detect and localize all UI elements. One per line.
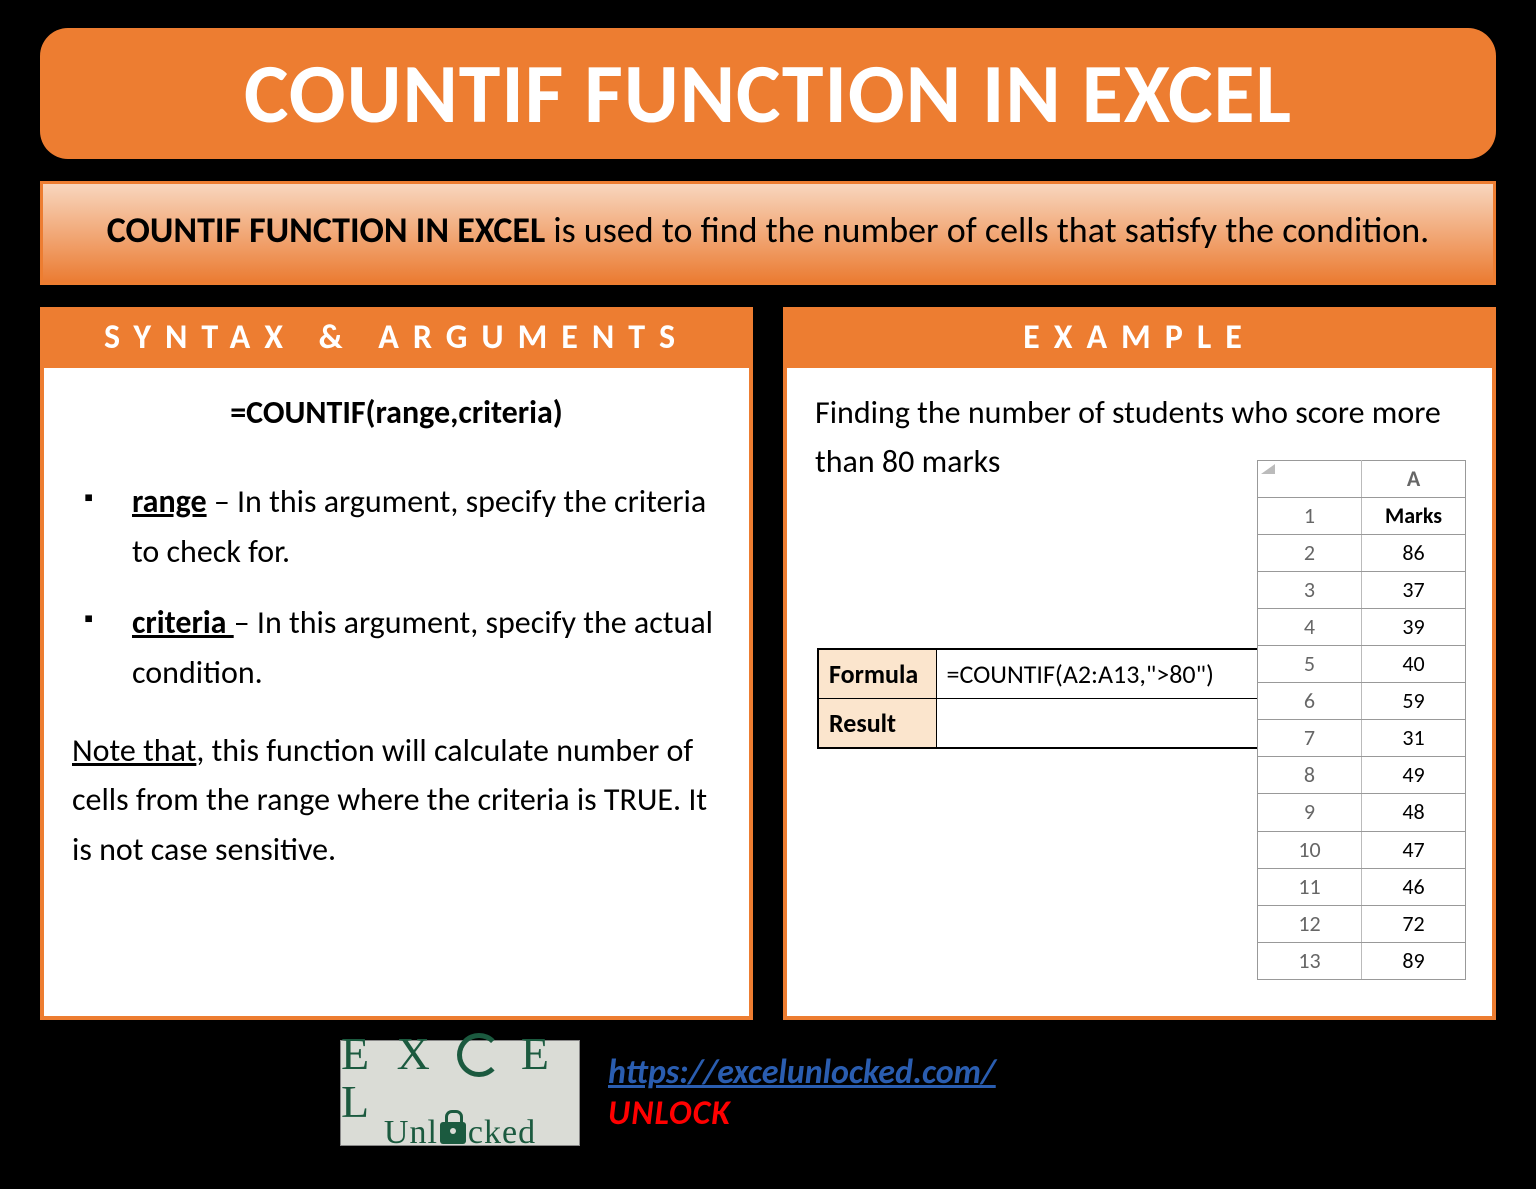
logo-bottom-text: Unlcked xyxy=(384,1114,536,1152)
table-row: 1047 xyxy=(1258,831,1466,868)
logo-text: Unl xyxy=(384,1114,438,1151)
footer: E X E L Unlcked https://excelunlocked.co… xyxy=(40,1040,1496,1146)
logo-c-icon xyxy=(457,1033,501,1077)
argument-name: range xyxy=(132,482,207,521)
marks-cell: 72 xyxy=(1362,905,1466,942)
marks-cell: 89 xyxy=(1362,942,1466,979)
marks-cell: 39 xyxy=(1362,608,1466,645)
table-row: 337 xyxy=(1258,571,1466,608)
description-box: COUNTIF FUNCTION IN EXCEL is used to fin… xyxy=(40,181,1496,285)
syntax-column: SYNTAX & ARGUMENTS =COUNTIF(range,criter… xyxy=(40,307,753,1020)
excel-unlocked-logo: E X E L Unlcked xyxy=(340,1040,580,1146)
table-row: Formula =COUNTIF(A2:A13,">80") xyxy=(818,649,1316,699)
table-row: 849 xyxy=(1258,757,1466,794)
row-number: 6 xyxy=(1258,683,1362,720)
column-letter: A xyxy=(1362,460,1466,497)
row-number: 4 xyxy=(1258,608,1362,645)
syntax-heading: SYNTAX & ARGUMENTS xyxy=(40,307,753,368)
table-row: 540 xyxy=(1258,646,1466,683)
table-row: 731 xyxy=(1258,720,1466,757)
marks-cell: 49 xyxy=(1362,757,1466,794)
row-number: 7 xyxy=(1258,720,1362,757)
table-row: 1Marks xyxy=(1258,497,1466,534)
row-number: 2 xyxy=(1258,534,1362,571)
select-all-triangle-icon xyxy=(1261,464,1275,474)
formula-result-table: Formula =COUNTIF(A2:A13,">80") Result 2 xyxy=(817,648,1317,750)
footer-unlock-text: UNLOCK xyxy=(608,1093,996,1134)
title-bar: COUNTIF FUNCTION IN EXCEL xyxy=(40,28,1496,159)
marks-cell: 37 xyxy=(1362,571,1466,608)
marks-cell: 46 xyxy=(1362,868,1466,905)
table-row: 439 xyxy=(1258,608,1466,645)
corner-cell xyxy=(1258,460,1362,497)
marks-data-table: A 1Marks 286 337 439 540 659 731 849 948… xyxy=(1257,460,1466,980)
table-row: 1146 xyxy=(1258,868,1466,905)
row-number: 12 xyxy=(1258,905,1362,942)
argument-desc: – In this argument, specify the criteria… xyxy=(132,482,706,571)
table-row: Result 2 xyxy=(818,698,1316,748)
description-bold: COUNTIF FUNCTION IN EXCEL xyxy=(107,208,545,252)
row-number: 13 xyxy=(1258,942,1362,979)
row-number: 11 xyxy=(1258,868,1362,905)
example-heading: EXAMPLE xyxy=(783,307,1496,368)
result-label: Result xyxy=(818,698,936,748)
page-title: COUNTIF FUNCTION IN EXCEL xyxy=(70,42,1466,145)
note-underline: Note that xyxy=(72,731,196,770)
lock-icon xyxy=(440,1122,466,1144)
table-row: 659 xyxy=(1258,683,1466,720)
syntax-body: =COUNTIF(range,criteria) range – In this… xyxy=(40,368,753,1020)
table-row: 1272 xyxy=(1258,905,1466,942)
table-row: 948 xyxy=(1258,794,1466,831)
logo-text: E X xyxy=(341,1028,457,1079)
marks-cell: 48 xyxy=(1362,794,1466,831)
table-row: 286 xyxy=(1258,534,1466,571)
logo-text: cked xyxy=(468,1114,536,1151)
marks-cell: 47 xyxy=(1362,831,1466,868)
row-number: 8 xyxy=(1258,757,1362,794)
row-number: 1 xyxy=(1258,497,1362,534)
formula-label: Formula xyxy=(818,649,936,699)
marks-cell: 40 xyxy=(1362,646,1466,683)
argument-item: criteria – In this argument, specify the… xyxy=(80,598,721,697)
marks-header: Marks xyxy=(1362,497,1466,534)
argument-list: range – In this argument, specify the cr… xyxy=(80,477,721,697)
footer-links: https://excelunlocked.com/ UNLOCK xyxy=(608,1052,996,1134)
marks-cell: 59 xyxy=(1362,683,1466,720)
example-column: EXAMPLE Finding the number of students w… xyxy=(783,307,1496,1020)
example-body: Finding the number of students who score… xyxy=(783,368,1496,1020)
columns: SYNTAX & ARGUMENTS =COUNTIF(range,criter… xyxy=(40,307,1496,1020)
row-number: 3 xyxy=(1258,571,1362,608)
table-row: A xyxy=(1258,460,1466,497)
marks-cell: 31 xyxy=(1362,720,1466,757)
argument-item: range – In this argument, specify the cr… xyxy=(80,477,721,576)
footer-url[interactable]: https://excelunlocked.com/ xyxy=(608,1052,996,1093)
syntax-formula: =COUNTIF(range,criteria) xyxy=(72,388,721,438)
row-number: 9 xyxy=(1258,794,1362,831)
argument-name: criteria xyxy=(132,603,234,642)
logo-top-text: E X E L xyxy=(341,1033,579,1122)
marks-cell: 86 xyxy=(1362,534,1466,571)
row-number: 5 xyxy=(1258,646,1362,683)
row-number: 10 xyxy=(1258,831,1362,868)
syntax-note: Note that, this function will calculate … xyxy=(72,726,721,875)
table-row: 1389 xyxy=(1258,942,1466,979)
description-text: is used to find the number of cells that… xyxy=(545,208,1429,252)
